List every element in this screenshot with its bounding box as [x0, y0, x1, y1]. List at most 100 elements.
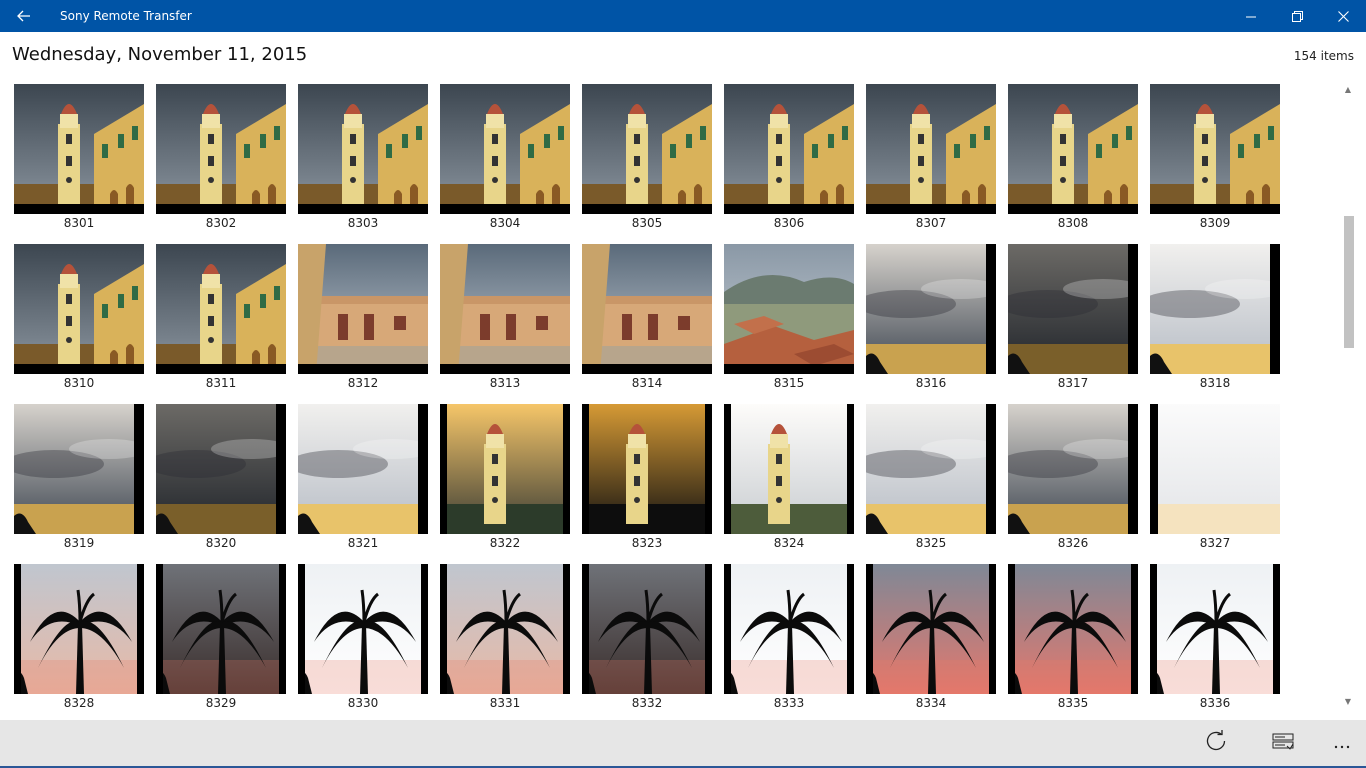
photo-thumbnail[interactable]: [440, 404, 570, 534]
photo-thumbnail[interactable]: [156, 84, 286, 214]
photo-tile[interactable]: 8317: [1008, 244, 1138, 394]
photo-thumbnail[interactable]: [1008, 404, 1138, 534]
photo-label: 8322: [489, 536, 521, 550]
photo-tile[interactable]: 8315: [724, 244, 854, 394]
close-button[interactable]: [1320, 0, 1366, 32]
photo-thumbnail[interactable]: [1008, 244, 1138, 374]
photo-thumbnail[interactable]: [14, 244, 144, 374]
photo-thumbnail-image: [724, 84, 854, 214]
select-button[interactable]: [1259, 720, 1307, 766]
photo-thumbnail-image: [1008, 404, 1138, 534]
photo-tile[interactable]: 8332: [582, 564, 712, 714]
photo-thumbnail[interactable]: [298, 84, 428, 214]
photo-tile[interactable]: 8310: [14, 244, 144, 394]
vertical-scrollbar[interactable]: ▲ ▼: [1342, 84, 1354, 708]
photo-tile[interactable]: 8330: [298, 564, 428, 714]
photo-thumbnail[interactable]: [866, 84, 996, 214]
more-options-button[interactable]: [1318, 720, 1366, 766]
photo-tile[interactable]: 8316: [866, 244, 996, 394]
photo-tile[interactable]: 8309: [1150, 84, 1280, 234]
photo-tile[interactable]: 8335: [1008, 564, 1138, 714]
back-button[interactable]: [0, 0, 48, 32]
photo-thumbnail[interactable]: [1150, 84, 1280, 214]
photo-tile[interactable]: 8334: [866, 564, 996, 714]
photo-tile[interactable]: 8329: [156, 564, 286, 714]
photo-tile[interactable]: 8307: [866, 84, 996, 234]
photo-tile[interactable]: 8304: [440, 84, 570, 234]
photo-thumbnail-image: [156, 564, 286, 694]
photo-tile[interactable]: 8308: [1008, 84, 1138, 234]
photo-tile[interactable]: 8319: [14, 404, 144, 554]
photo-label: 8325: [915, 536, 947, 550]
photo-thumbnail[interactable]: [1008, 564, 1138, 694]
photo-thumbnail[interactable]: [582, 84, 712, 214]
photo-tile[interactable]: 8318: [1150, 244, 1280, 394]
select-mode-icon: [1272, 732, 1294, 754]
photo-thumbnail[interactable]: [298, 244, 428, 374]
photo-thumbnail[interactable]: [14, 84, 144, 214]
photo-tile[interactable]: 8336: [1150, 564, 1280, 714]
photo-tile[interactable]: 8327: [1150, 404, 1280, 554]
photo-tile[interactable]: 8325: [866, 404, 996, 554]
photo-thumbnail[interactable]: [866, 404, 996, 534]
photo-tile[interactable]: 8305: [582, 84, 712, 234]
photo-thumbnail[interactable]: [866, 244, 996, 374]
photo-thumbnail[interactable]: [1150, 404, 1280, 534]
photo-label: 8326: [1057, 536, 1089, 550]
photo-thumbnail[interactable]: [724, 244, 854, 374]
photo-tile[interactable]: 8314: [582, 244, 712, 394]
photo-thumbnail[interactable]: [298, 564, 428, 694]
photo-thumbnail[interactable]: [156, 404, 286, 534]
photo-thumbnail[interactable]: [1008, 84, 1138, 214]
minimize-icon: [1246, 7, 1256, 26]
photo-tile[interactable]: 8301: [14, 84, 144, 234]
photo-tile[interactable]: 8313: [440, 244, 570, 394]
photo-tile[interactable]: 8320: [156, 404, 286, 554]
photo-thumbnail[interactable]: [156, 244, 286, 374]
photo-tile[interactable]: 8303: [298, 84, 428, 234]
photo-thumbnail[interactable]: [724, 564, 854, 694]
restore-button[interactable]: [1274, 0, 1320, 32]
photo-tile[interactable]: 8306: [724, 84, 854, 234]
photo-thumbnail[interactable]: [1150, 244, 1280, 374]
photo-thumbnail[interactable]: [582, 404, 712, 534]
photo-thumbnail[interactable]: [298, 404, 428, 534]
photo-tile[interactable]: 8324: [724, 404, 854, 554]
photo-tile[interactable]: 8321: [298, 404, 428, 554]
photo-thumbnail[interactable]: [440, 84, 570, 214]
scroll-up-arrow-icon[interactable]: ▲: [1342, 84, 1354, 96]
photo-thumbnail-image: [582, 244, 712, 374]
photo-tile[interactable]: 8333: [724, 564, 854, 714]
photo-tile[interactable]: 8302: [156, 84, 286, 234]
photo-thumbnail[interactable]: [866, 564, 996, 694]
scrollbar-thumb[interactable]: [1344, 216, 1354, 348]
photo-label: 8327: [1199, 536, 1231, 550]
photo-label: 8318: [1199, 376, 1231, 390]
photo-tile[interactable]: 8312: [298, 244, 428, 394]
photo-thumbnail[interactable]: [440, 244, 570, 374]
photo-tile[interactable]: 8322: [440, 404, 570, 554]
photo-thumbnail[interactable]: [582, 244, 712, 374]
photo-label: 8304: [489, 216, 521, 230]
photo-thumbnail[interactable]: [156, 564, 286, 694]
scroll-down-arrow-icon[interactable]: ▼: [1342, 696, 1354, 708]
minimize-button[interactable]: [1228, 0, 1274, 32]
photo-thumbnail-image: [1150, 564, 1280, 694]
photo-tile[interactable]: 8328: [14, 564, 144, 714]
photo-label: 8309: [1199, 216, 1231, 230]
photo-thumbnail[interactable]: [440, 564, 570, 694]
photo-thumbnail[interactable]: [724, 404, 854, 534]
photo-tile[interactable]: 8326: [1008, 404, 1138, 554]
photo-thumbnail[interactable]: [14, 564, 144, 694]
photo-tile[interactable]: 8331: [440, 564, 570, 714]
photo-tile[interactable]: 8323: [582, 404, 712, 554]
photo-label: 8313: [489, 376, 521, 390]
photo-tile[interactable]: 8311: [156, 244, 286, 394]
photo-thumbnail[interactable]: [724, 84, 854, 214]
refresh-icon: [1205, 730, 1227, 756]
date-heading: Wednesday, November 11, 2015: [12, 44, 308, 65]
photo-thumbnail[interactable]: [1150, 564, 1280, 694]
refresh-button[interactable]: [1192, 720, 1240, 766]
photo-thumbnail[interactable]: [14, 404, 144, 534]
photo-thumbnail[interactable]: [582, 564, 712, 694]
